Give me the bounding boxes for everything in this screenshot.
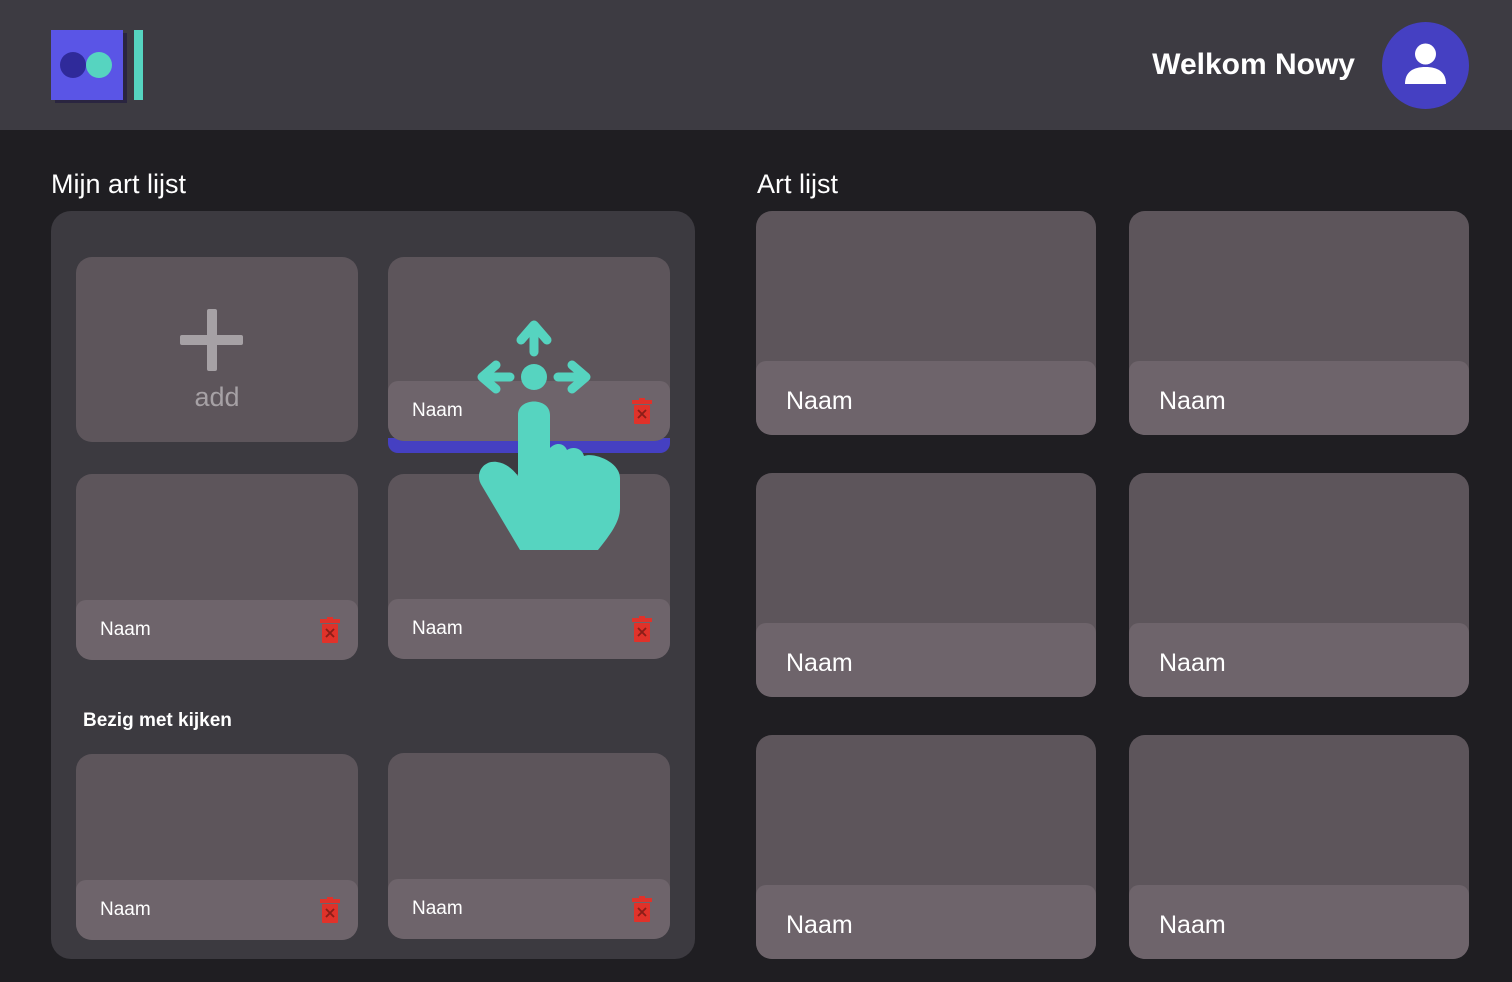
card-label-bar: Naam (76, 600, 358, 660)
card-label: Naam (1159, 911, 1226, 939)
card-label-bar: Naam (76, 880, 358, 940)
card-label-bar: Naam (756, 623, 1096, 697)
trash-icon[interactable] (632, 616, 652, 642)
logo-bar (134, 30, 143, 100)
art-card[interactable]: Naam (1129, 211, 1469, 435)
watching-card[interactable]: Naam (76, 754, 358, 940)
card-label-bar: Naam (388, 879, 670, 939)
trash-icon[interactable] (632, 398, 652, 424)
welcome-text: Welkom Nowy (1152, 48, 1355, 81)
card-label: Naam (786, 649, 853, 677)
art-card[interactable]: Naam (756, 211, 1096, 435)
card-label: Naam (786, 387, 853, 415)
card-label-bar: Naam (388, 599, 670, 659)
card-label: Naam (786, 911, 853, 939)
add-label: add (194, 382, 240, 412)
card-label: Naam (1159, 387, 1226, 415)
trash-icon[interactable] (320, 897, 340, 923)
card-label: Naam (412, 898, 463, 919)
top-bar: Welkom Nowy (0, 0, 1512, 130)
card-label: Naam (1159, 649, 1226, 677)
trash-icon[interactable] (632, 896, 652, 922)
art-list-title: Art lijst (757, 169, 838, 199)
card-label: Naam (412, 400, 463, 421)
card-label-bar: Naam (756, 361, 1096, 435)
art-card[interactable]: Naam (1129, 473, 1469, 697)
add-art-button[interactable]: add (76, 257, 358, 442)
drag-move-hand-icon (477, 320, 620, 550)
card-label-bar: Naam (756, 885, 1096, 959)
art-card[interactable]: Naam (756, 735, 1096, 959)
art-card[interactable]: Naam (756, 473, 1096, 697)
trash-icon[interactable] (320, 617, 340, 643)
watching-card[interactable]: Naam (388, 753, 670, 939)
watching-title: Bezig met kijken (83, 710, 232, 731)
card-label-bar: Naam (1129, 623, 1469, 697)
logo-dot-blue (60, 52, 86, 78)
user-icon (1405, 43, 1446, 84)
plus-icon-vertical (207, 309, 217, 371)
card-label-bar: Naam (1129, 361, 1469, 435)
art-card[interactable]: Naam (1129, 735, 1469, 959)
avatar[interactable] (1382, 22, 1469, 109)
card-label: Naam (412, 618, 463, 639)
app-logo[interactable] (51, 30, 143, 102)
my-list-card[interactable]: Naam (76, 474, 358, 660)
my-list-title: Mijn art lijst (51, 169, 187, 199)
logo-dot-teal (86, 52, 112, 78)
card-label: Naam (100, 899, 151, 920)
card-label: Naam (100, 619, 151, 640)
card-label-bar: Naam (1129, 885, 1469, 959)
